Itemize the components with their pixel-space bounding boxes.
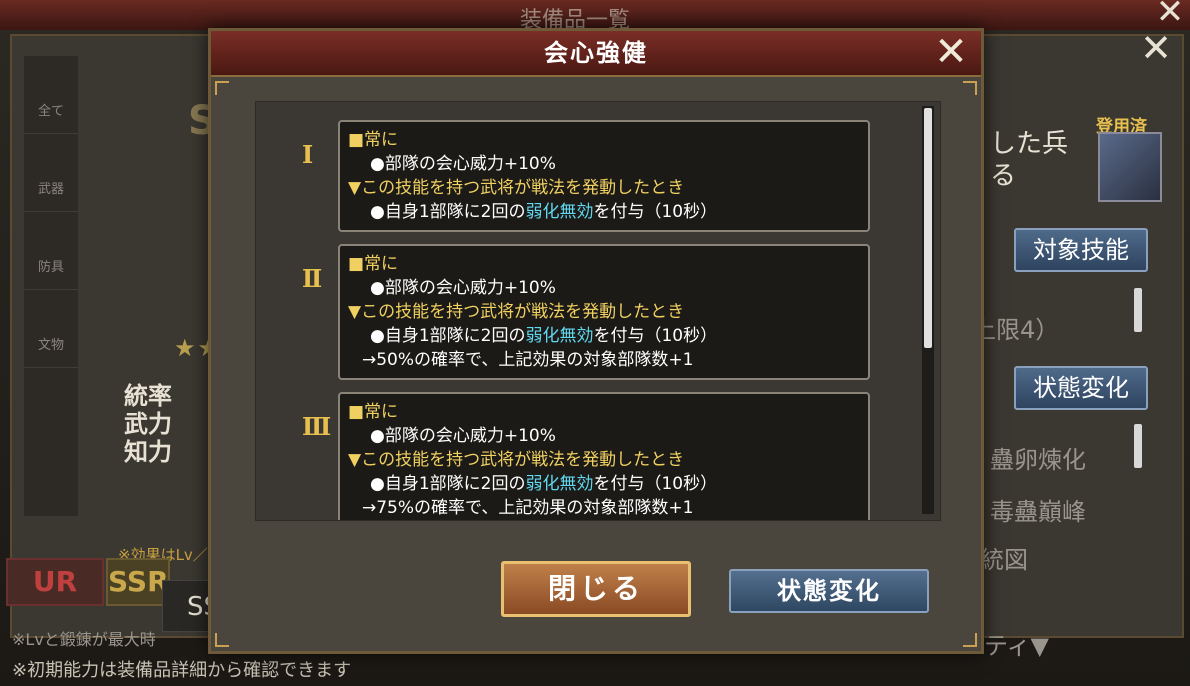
effect-line: ▼この技能を持つ武将が戦法を発動したとき — [348, 450, 685, 470]
effect-line: ●自身1部隊に2回の弱化無効を付与（10秒） — [348, 324, 860, 348]
skill-label-1: 蠱卵煉化 — [990, 446, 1086, 474]
level-numeral: Ⅰ — [302, 140, 314, 169]
skill-label-2: 毒蠱巔峰 — [990, 498, 1086, 526]
sidebar-item-artifact[interactable]: 文物 — [24, 290, 78, 368]
tree-label: 統図 — [980, 546, 1028, 574]
stat-label-command: 統率 — [124, 382, 172, 410]
filter-ur-button[interactable]: UR — [6, 558, 104, 606]
keyword-link[interactable]: 弱化無効 — [525, 202, 593, 222]
frame-corner — [215, 81, 229, 95]
effect-line: ■常に — [348, 254, 399, 274]
skill-level-box: ■常に ●部隊の会心威力+10% ▼この技能を持つ武将が戦法を発動したとき ●自身1部… — [338, 392, 870, 520]
footer-note-1: ※Lvと鍛錬が最大時 — [12, 630, 156, 649]
state-change-button[interactable]: 状態変化 — [729, 569, 929, 613]
stat-labels: 統率 武力 知力 — [124, 382, 172, 466]
close-icon[interactable]: ✕ — [929, 31, 973, 75]
effect-line: →50%の確率で、上記効果の対象部隊数+1 — [362, 350, 694, 370]
frame-corner — [963, 81, 977, 95]
effect-line: ●自身1部隊に2回の弱化無効を付与（10秒） — [348, 200, 860, 224]
effect-line: ■常に — [348, 402, 399, 422]
effect-line: ▼この技能を持つ武将が戦法を発動したとき — [348, 178, 685, 198]
panel-close-icon[interactable]: ✕ — [1138, 29, 1174, 67]
stat-label-intel: 知力 — [124, 438, 172, 466]
level-numeral: Ⅲ — [302, 412, 332, 441]
sidebar-item-weapon[interactable]: 武器 — [24, 134, 78, 212]
effect-text: を付与（10秒） — [593, 326, 718, 346]
stat-label-war: 武力 — [124, 410, 172, 438]
effect-text: を付与（10秒） — [593, 202, 718, 222]
footer-note-2: ※初期能力は装備品詳細から確認できます — [12, 660, 352, 681]
background-state-change-button[interactable]: 状態変化 — [1014, 366, 1148, 410]
frame-corner — [215, 633, 229, 647]
effect-line: ●部隊の会心威力+10% — [370, 426, 556, 446]
effect-text: ●自身1部隊に2回の — [370, 326, 526, 346]
effect-line: ●部隊の会心威力+10% — [370, 154, 556, 174]
close-button[interactable]: 閉じる — [501, 561, 691, 617]
effect-text: ●自身1部隊に2回の — [370, 474, 526, 494]
effect-line: →75%の確率で、上記効果の対象部隊数+1 — [362, 498, 694, 518]
target-skill-button[interactable]: 対象技能 — [1014, 228, 1148, 272]
keyword-link[interactable]: 弱化無効 — [525, 326, 593, 346]
scrollbar-thumb[interactable] — [924, 108, 932, 348]
effect-line: ■常に — [348, 130, 399, 150]
skill-level-box: ■常に ●部隊の会心威力+10% ▼この技能を持つ武将が戦法を発動したとき ●自身1部… — [338, 120, 870, 232]
filter-ssr-button[interactable]: SSR — [106, 558, 170, 606]
party-select[interactable]: ティ▼ — [984, 626, 1049, 661]
effect-line: ●自身1部隊に2回の弱化無効を付与（10秒） — [348, 472, 860, 496]
background-scrollbar-2[interactable] — [1134, 424, 1142, 468]
skill-effects-list[interactable]: Ⅰ ■常に ●部隊の会心威力+10% ▼この技能を持つ武将が戦法を発動したとき ●自身1… — [255, 101, 941, 521]
general-portrait[interactable] — [1098, 132, 1162, 202]
skill-detail-modal: 会心強健 ✕ Ⅰ ■常に ●部隊の会心威力+10% ▼この技能を持つ武将が戦法を発動し… — [208, 28, 984, 654]
sidebar-item-all[interactable]: 全て — [24, 56, 78, 134]
effect-line: ●部隊の会心威力+10% — [370, 278, 556, 298]
frame-corner — [963, 633, 977, 647]
effect-line: ▼この技能を持つ武将が戦法を発動したとき — [348, 302, 685, 322]
skill-level-box: ■常に ●部隊の会心威力+10% ▼この技能を持つ武将が戦法を発動したとき ●自身1部… — [338, 244, 870, 380]
keyword-link[interactable]: 弱化無効 — [525, 474, 593, 494]
effect-text: ●自身1部隊に2回の — [370, 202, 526, 222]
modal-title: 会心強健 — [544, 39, 648, 67]
effect-text: を付与（10秒） — [593, 474, 718, 494]
level-numeral: Ⅱ — [302, 264, 323, 293]
background-scrollbar-1[interactable] — [1134, 288, 1142, 332]
background-sidebar: 全て 武器 防具 文物 — [24, 56, 78, 516]
sidebar-item-armor[interactable]: 防具 — [24, 212, 78, 290]
description-text: した兵 る — [990, 129, 1069, 191]
